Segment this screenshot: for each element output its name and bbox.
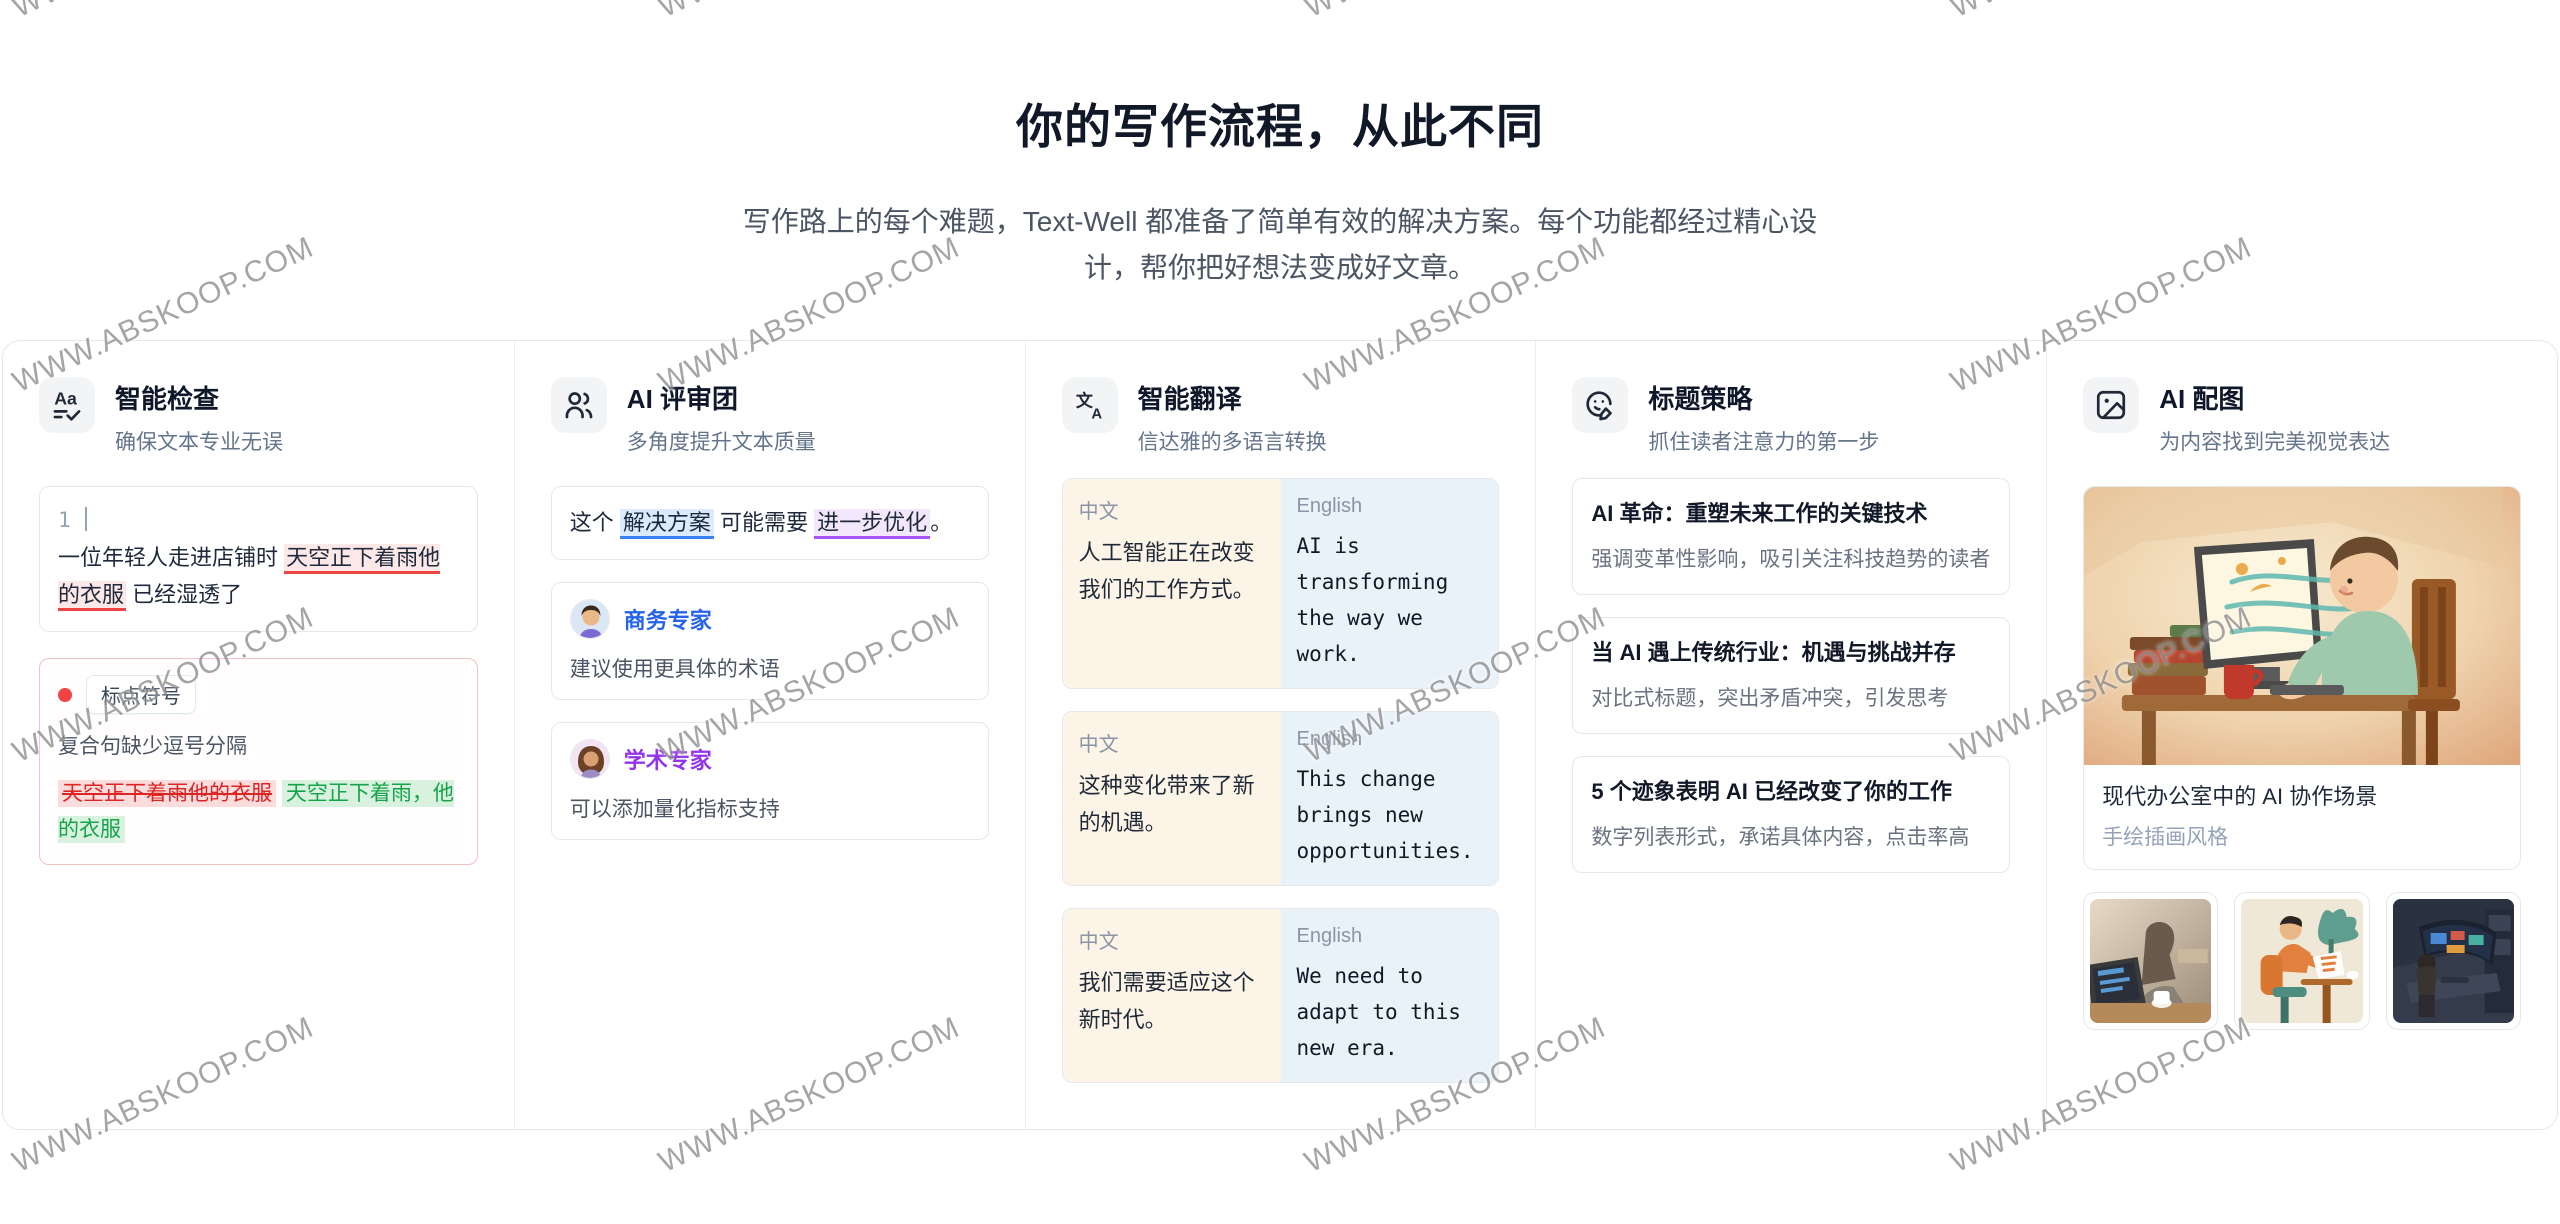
expert-name: 学术专家 — [623, 748, 712, 773]
headline-title: 5 个迹象表明 AI 已经改变了你的工作 — [1591, 779, 1952, 804]
page-subtitle: 写作路上的每个难题，Text-Well 都准备了简单有效的解决方案。每个功能都经… — [742, 206, 1818, 283]
issue-card[interactable]: 标点符号 复合句缺少逗号分隔 天空正下着雨他的衣服 天空正下着雨，他的衣服 — [39, 658, 478, 865]
translation-pair[interactable]: 中文 我们需要适应这个新时代。 English We need to adapt… — [1061, 908, 1500, 1083]
headline-title: AI 革命：重塑未来工作的关键技术 — [1591, 501, 1928, 526]
translation-pair[interactable]: 中文 人工智能正在改变我们的工作方式。 English AI is transf… — [1061, 478, 1500, 689]
svg-text:Aa: Aa — [54, 388, 77, 408]
headline-idea[interactable]: 当 AI 遇上传统行业：机遇与挑战并存 对比式标题，突出矛盾冲突，引发思考 — [1572, 617, 2011, 734]
feature-card-translate: 文 A 智能翻译 信达雅的多语言转换 中文 人工智能正在改变我们的工作方式。 E… — [1024, 341, 1536, 1129]
issue-diff: 天空正下着雨他的衣服 天空正下着雨，他的衣服 — [58, 776, 459, 848]
target-lang-label: English — [1296, 495, 1363, 517]
expert-comment: 可以添加量化指标支持 — [569, 798, 780, 821]
svg-text:A: A — [1091, 406, 1102, 422]
image-variant-flat[interactable] — [2234, 892, 2370, 1030]
feature-subtitle: 抓住读者注意力的第一步 — [1648, 431, 1880, 454]
target-text: This change brings new opportunities. — [1296, 767, 1474, 863]
feature-header: Aa 智能检查 确保文本专业无误 — [39, 377, 478, 456]
feature-card-headline: 标题策略 抓住读者注意力的第一步 AI 革命：重塑未来工作的关键技术 强调变革性… — [1535, 341, 2046, 1129]
translate-icon: 文 A — [1061, 377, 1118, 433]
page: 你的写作流程，从此不同 写作路上的每个难题，Text-Well 都准备了简单有效… — [0, 0, 2560, 1224]
editor-preview[interactable]: 1 一位年轻人走进店铺时 天空正下着雨他的衣服 已经湿透了 — [39, 486, 478, 632]
headline-title: 当 AI 遇上传统行业：机遇与挑战并存 — [1591, 640, 1956, 665]
feature-title: AI 配图 — [2159, 384, 2245, 414]
features-container: Aa 智能检查 确保文本专业无误 1 一位年轻人走进店铺时 天空正下着雨他的衣服… — [2, 340, 2558, 1130]
feature-subtitle: 确保文本专业无误 — [115, 431, 283, 454]
target-text: AI is transforming the way we work. — [1296, 534, 1449, 666]
target-lang-label: English — [1296, 925, 1363, 947]
term-highlight-blue[interactable]: 解决方案 — [619, 509, 714, 539]
page-title: 你的写作流程，从此不同 — [1016, 100, 1544, 153]
target-lang-label: English — [1296, 728, 1363, 750]
image-variant-photo[interactable] — [2083, 892, 2219, 1030]
image-caption: 现代办公室中的 AI 协作场景 — [2102, 784, 2378, 809]
thumbnail-photo-person-laptop — [2090, 899, 2212, 1023]
expert-card-academic[interactable]: 学术专家 可以添加量化指标支持 — [550, 722, 989, 840]
expert-comment: 建议使用更具体的术语 — [569, 658, 780, 681]
feature-card-ai-review: AI 评审团 多角度提升文本质量 这个 解决方案 可能需要 进一步优化。 商务专… — [513, 341, 1025, 1129]
error-dot-icon — [58, 687, 72, 702]
feature-subtitle: 信达雅的多语言转换 — [1137, 431, 1327, 454]
section-header: 你的写作流程，从此不同 写作路上的每个难题，Text-Well 都准备了简单有效… — [0, 0, 2560, 291]
term-highlight-purple[interactable]: 进一步优化 — [814, 509, 931, 539]
source-text: 人工智能正在改变我们的工作方式。 — [1078, 540, 1255, 602]
issue-type-badge[interactable]: 标点符号 — [86, 675, 196, 714]
academic-expert-avatar — [569, 739, 610, 779]
issue-description: 复合句缺少逗号分隔 — [58, 735, 247, 758]
image-variant-isometric[interactable] — [2385, 892, 2521, 1030]
source-lang-label: 中文 — [1078, 931, 1119, 953]
feature-subtitle: 为内容找到完美视觉表达 — [2159, 431, 2391, 454]
image-variants — [2083, 892, 2521, 1030]
headline-idea[interactable]: AI 革命：重塑未来工作的关键技术 强调变革性影响，吸引关注科技趋势的读者 — [1572, 478, 2011, 595]
line-number: 1 — [58, 508, 71, 532]
headline-desc: 数字列表形式，承诺具体内容，点击率高 — [1591, 826, 1970, 849]
expert-card-business[interactable]: 商务专家 建议使用更具体的术语 — [550, 582, 989, 700]
feature-title: AI 评审团 — [626, 384, 739, 414]
feature-subtitle: 多角度提升文本质量 — [626, 431, 816, 454]
editor-text: 一位年轻人走进店铺时 天空正下着雨他的衣服 已经湿透了 — [58, 539, 459, 613]
original-text: 天空正下着雨他的衣服 — [58, 780, 276, 807]
image-style-note: 手绘插画风格 — [2102, 826, 2229, 849]
feature-card-ai-image: AI 配图 为内容找到完美视觉表达 现代办公室中的 AI 协作场景 手绘插画风格 — [2046, 341, 2557, 1129]
source-text: 这种变化带来了新的机遇。 — [1078, 773, 1255, 835]
text-cursor — [84, 507, 87, 531]
headline-desc: 对比式标题，突出矛盾冲突，引发思考 — [1591, 687, 1949, 710]
feature-title: 智能翻译 — [1137, 384, 1242, 414]
source-lang-label: 中文 — [1078, 501, 1119, 523]
users-icon — [550, 377, 607, 433]
smile-pen-icon — [1572, 377, 1629, 433]
target-text: We need to adapt to this new era. — [1296, 964, 1461, 1060]
source-lang-label: 中文 — [1078, 734, 1119, 756]
spellcheck-icon: Aa — [39, 377, 95, 433]
image-icon — [2083, 377, 2140, 433]
thumbnail-isometric-dark — [2392, 899, 2514, 1023]
business-expert-avatar — [569, 599, 610, 639]
expert-name: 商务专家 — [623, 608, 712, 633]
feature-title: 标题策略 — [1648, 384, 1753, 414]
source-text: 我们需要适应这个新时代。 — [1078, 970, 1255, 1032]
generated-image-card[interactable]: 现代办公室中的 AI 协作场景 手绘插画风格 — [2083, 486, 2521, 870]
illustration-boy-at-computer — [2084, 487, 2520, 765]
feature-card-smart-check: Aa 智能检查 确保文本专业无误 1 一位年轻人走进店铺时 天空正下着雨他的衣服… — [3, 341, 514, 1129]
headline-desc: 强调变革性影响，吸引关注科技趋势的读者 — [1591, 548, 1991, 571]
review-sentence: 这个 解决方案 可能需要 进一步优化。 — [550, 486, 989, 560]
headline-idea[interactable]: 5 个迹象表明 AI 已经改变了你的工作 数字列表形式，承诺具体内容，点击率高 — [1572, 756, 2011, 873]
translation-pair[interactable]: 中文 这种变化带来了新的机遇。 English This change brin… — [1061, 711, 1500, 886]
thumbnail-flat-illustration — [2241, 899, 2363, 1023]
feature-title: 智能检查 — [115, 384, 220, 414]
